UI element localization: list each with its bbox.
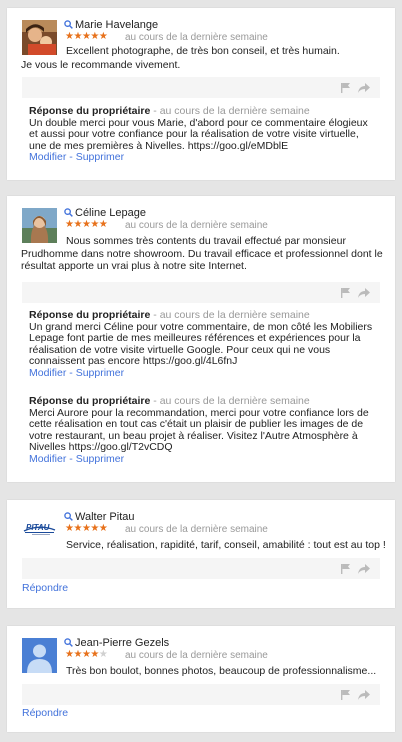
review-date: au cours de la dernière semaine [125,524,268,535]
owner-reply-title: Réponse du propriétaire [29,309,151,321]
owner-reply-text: Merci Aurore pour la recommandation, mer… [29,406,369,453]
share-icon[interactable] [358,288,370,298]
flag-icon[interactable] [341,690,350,700]
owner-reply: Réponse du propriétaire - au cours de la… [29,395,379,465]
star-filled-icon: ★ [90,31,99,42]
star-filled-icon: ★ [98,523,108,534]
review-text: Nous sommes très contents du travail eff… [66,235,346,247]
review-text: Service, réalisation, rapidité, tarif, c… [66,539,386,551]
reviewer-name[interactable]: Jean-Pierre Gezels [64,637,169,649]
review-date: au cours de la dernière semaine [125,650,268,661]
edit-link[interactable]: Modifier [29,151,66,163]
star-rating: ★★★★★ [65,523,108,534]
star-filled-icon: ★ [73,31,82,42]
owner-reply-text: Un grand merci Céline pour votre comment… [29,320,373,367]
reviewer-avatar[interactable]: PITAU [22,512,57,547]
reply-link[interactable]: Répondre [22,582,68,594]
reviewer-name[interactable]: Marie Havelange [64,19,158,31]
star-empty-icon: ★ [98,649,108,660]
review-action-bar [22,282,380,303]
review-action-bar [22,558,380,579]
star-rating: ★★★★★ [65,649,108,660]
owner-reply: Réponse du propriétaire - au cours de la… [29,105,379,164]
star-filled-icon: ★ [90,649,99,660]
share-icon[interactable] [358,690,370,700]
flag-icon[interactable] [341,83,350,93]
share-icon[interactable] [358,564,370,574]
reviewer-avatar[interactable] [22,20,57,55]
reviewer-name[interactable]: Walter Pitau [64,511,135,523]
owner-reply: Réponse du propriétaire - au cours de la… [29,309,379,379]
review-card: PITAU Walter Pitau ★★★★★ au cours de la … [7,500,395,608]
share-icon[interactable] [358,83,370,93]
link-separator: - [66,452,76,465]
review-date: au cours de la dernière semaine [125,220,268,231]
review-card: Jean-Pierre Gezels ★★★★★ au cours de la … [7,626,395,732]
svg-text:PITAU: PITAU [26,523,50,532]
link-separator: - [66,151,76,163]
owner-reply-date: - au cours de la dernière semaine [153,395,310,407]
search-icon [64,20,73,29]
owner-reply-date: - au cours de la dernière semaine [153,105,310,117]
review-text: Excellent photographe, de très bon conse… [66,45,340,57]
delete-link[interactable]: Supprimer [76,367,124,379]
owner-reply-date: - au cours de la dernière semaine [153,309,310,321]
star-filled-icon: ★ [98,31,108,42]
search-icon [64,638,73,647]
search-icon [64,512,73,521]
edit-link[interactable]: Modifier [29,453,66,465]
owner-reply-title: Réponse du propriétaire [29,395,151,407]
star-filled-icon: ★ [73,649,82,660]
search-icon [64,208,73,217]
owner-reply-title: Réponse du propriétaire [29,105,151,117]
delete-link[interactable]: Supprimer [76,453,124,465]
reply-link[interactable]: Répondre [22,707,68,719]
review-card: Céline Lepage ★★★★★ au cours de la derni… [7,196,395,482]
review-action-bar [22,77,380,98]
link-separator: - [66,366,76,379]
owner-reply-text: Un double merci pour vous Marie, d'abord… [29,116,368,152]
star-filled-icon: ★ [73,523,82,534]
star-rating: ★★★★★ [65,219,108,230]
review-text-continued: Je vous le recommande vivement. [21,59,181,71]
flag-icon[interactable] [341,564,350,574]
delete-link[interactable]: Supprimer [76,151,124,163]
reviewer-name[interactable]: Céline Lepage [64,207,146,219]
star-rating: ★★★★★ [65,31,108,42]
edit-link[interactable]: Modifier [29,367,66,379]
review-action-bar [22,684,380,705]
reviewer-avatar[interactable] [22,638,57,673]
star-filled-icon: ★ [90,523,99,534]
review-text: Très bon boulot, bonnes photos, beaucoup… [66,665,377,677]
review-text-continued: Prudhomme dans notre showroom. Du travai… [21,248,383,272]
reviewer-avatar[interactable] [22,208,57,243]
flag-icon[interactable] [341,288,350,298]
review-card: Marie Havelange ★★★★★ au cours de la der… [7,8,395,180]
star-filled-icon: ★ [98,219,108,230]
star-filled-icon: ★ [90,219,99,230]
review-date: au cours de la dernière semaine [125,32,268,43]
star-filled-icon: ★ [73,219,82,230]
